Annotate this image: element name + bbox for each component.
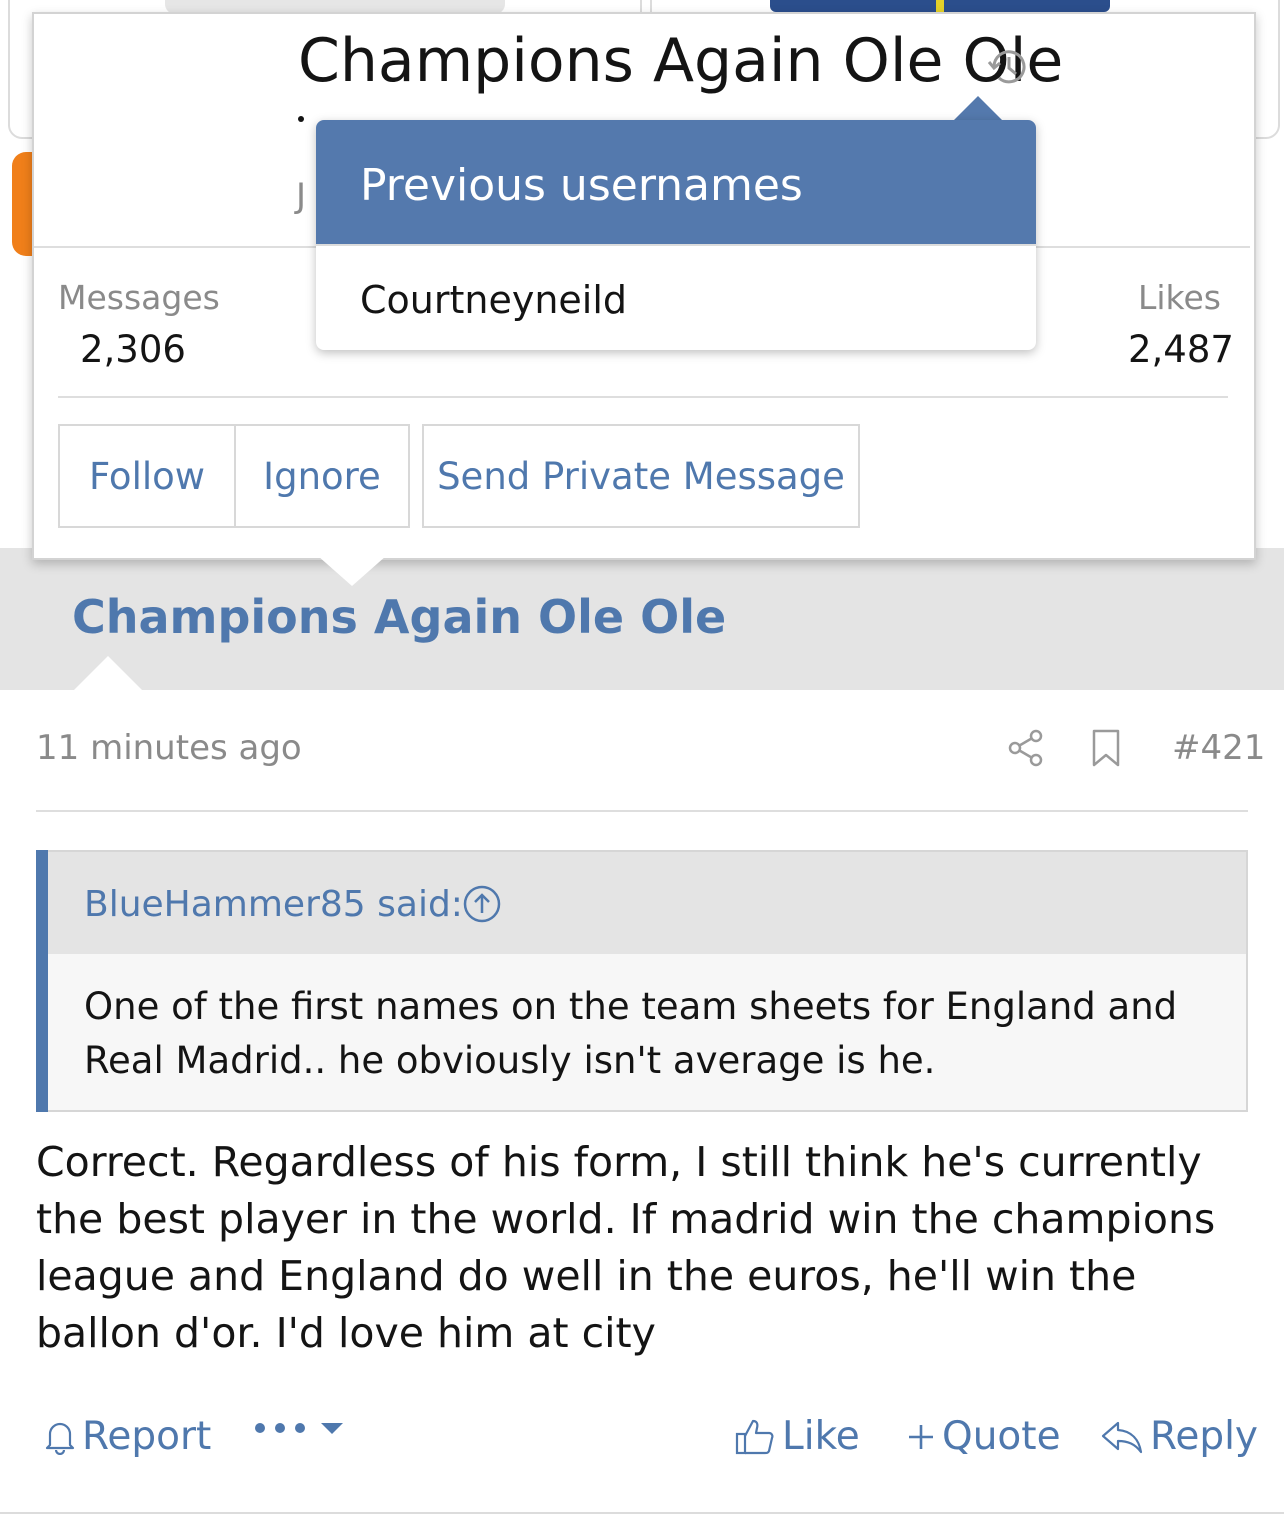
post-divider: [36, 810, 1248, 812]
like-label: Like: [782, 1414, 860, 1459]
quote-label: Quote: [942, 1414, 1061, 1459]
report-button[interactable]: Report: [44, 1414, 211, 1459]
plus-icon: [909, 1424, 933, 1449]
arrow-up-circle-icon[interactable]: [462, 884, 502, 924]
background-image-stripe: [936, 0, 944, 12]
quote-text: One of the first names on the team sheet…: [84, 985, 1178, 1082]
previous-username-item: Courtneyneild: [360, 278, 628, 322]
likes-value: 2,487: [1128, 328, 1234, 371]
like-button[interactable]: Like: [734, 1414, 860, 1459]
likes-label: Likes: [1138, 278, 1221, 317]
post-body: Correct. Regardless of his form, I still…: [36, 1138, 1216, 1357]
member-card-title[interactable]: Champions Again Ole Ole: [298, 26, 1063, 96]
share-icon[interactable]: [1006, 728, 1046, 768]
follow-button[interactable]: Follow: [58, 424, 236, 528]
ellipsis-icon: [255, 1423, 305, 1433]
member-card-joined-text: J: [296, 176, 307, 216]
bell-icon: [45, 1422, 75, 1455]
reply-arrow-icon: [1101, 1421, 1143, 1453]
card-dot: [298, 116, 304, 122]
reply-button[interactable]: Reply: [1100, 1414, 1258, 1459]
card-pointer: [318, 556, 386, 586]
quote-button[interactable]: Quote: [906, 1414, 1061, 1459]
quote-author-link[interactable]: BlueHammer85 said:: [84, 884, 463, 925]
send-private-message-button[interactable]: Send Private Message: [422, 424, 860, 528]
post-bottom-divider: [0, 1512, 1284, 1514]
bookmark-icon[interactable]: [1090, 728, 1122, 768]
history-icon[interactable]: [986, 44, 1032, 90]
previous-usernames-popup: Previous usernames Courtneyneild: [316, 120, 1036, 350]
popup-arrow: [952, 96, 1004, 122]
report-label: Report: [82, 1414, 212, 1459]
band-notch: [74, 656, 142, 690]
card-divider: [58, 396, 1228, 398]
post-number-link[interactable]: #421: [1172, 728, 1265, 768]
thumbs-up-icon: [735, 1419, 774, 1454]
post-timestamp[interactable]: 11 minutes ago: [36, 728, 302, 768]
more-options-button[interactable]: [252, 1418, 352, 1438]
messages-value[interactable]: 2,306: [80, 328, 186, 371]
popup-divider: [316, 244, 1036, 246]
caret-down-icon: [321, 1423, 343, 1434]
ignore-button[interactable]: Ignore: [234, 424, 410, 528]
post-username-link[interactable]: Champions Again Ole Ole: [72, 590, 726, 644]
messages-label: Messages: [58, 278, 220, 317]
quote-accent-bar: [36, 850, 48, 1112]
previous-usernames-header: Previous usernames: [316, 120, 1036, 246]
reply-label: Reply: [1150, 1414, 1259, 1459]
